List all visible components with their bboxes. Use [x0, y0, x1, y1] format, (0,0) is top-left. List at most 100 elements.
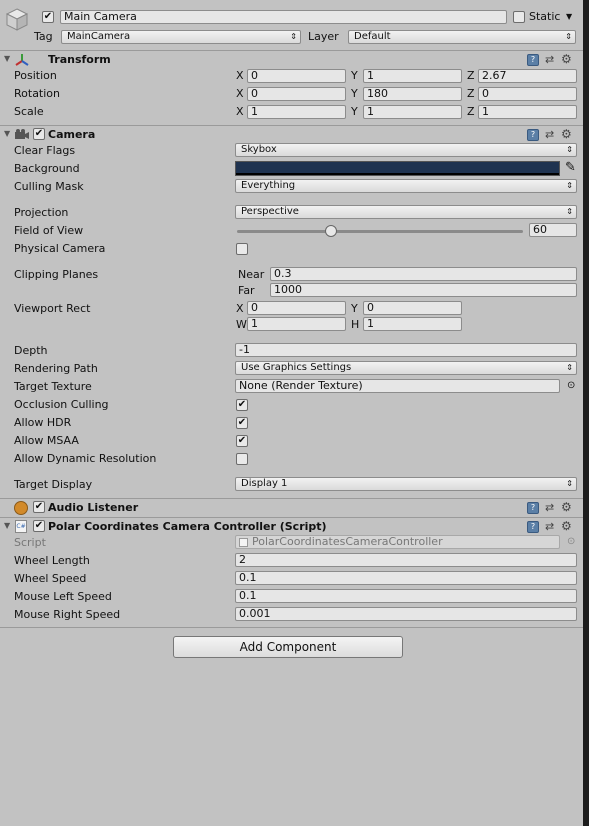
camera-enabled-checkbox[interactable]: ✔ — [33, 128, 45, 140]
active-checkbox[interactable]: ✔ — [42, 11, 54, 23]
chevron-icon: ⇕ — [290, 32, 297, 41]
wheel-length-field[interactable]: 2 — [235, 553, 577, 567]
allow-msaa-label: Allow MSAA — [14, 434, 79, 447]
dynamic-resolution-checkbox[interactable] — [236, 453, 248, 465]
occlusion-culling-label: Occlusion Culling — [14, 398, 109, 411]
object-picker-icon[interactable]: ⊙ — [567, 535, 575, 549]
audio-listener-checkbox[interactable]: ✔ — [33, 501, 45, 513]
preset-icon[interactable]: ⇄ — [545, 53, 554, 66]
script-enabled-checkbox[interactable]: ✔ — [33, 520, 45, 532]
transform-icon — [14, 53, 30, 70]
fov-label: Field of View — [14, 224, 84, 237]
mouse-left-speed-field[interactable]: 0.1 — [235, 589, 577, 603]
position-y-field[interactable]: 1 — [363, 69, 462, 83]
right-edge-strip — [583, 0, 589, 826]
wheel-speed-label: Wheel Speed — [14, 572, 87, 585]
dynamic-resolution-label: Allow Dynamic Resolution — [14, 452, 157, 465]
help-book-icon[interactable]: ? — [527, 129, 539, 141]
tag-label: Tag — [34, 30, 53, 43]
script-reference-field: PolarCoordinatesCameraController — [235, 535, 560, 549]
object-picker-icon[interactable]: ⊙ — [567, 379, 575, 393]
transform-header[interactable]: ▼ Transform ? ⇄ ⚙ — [0, 50, 583, 68]
viewport-x-field[interactable]: 0 — [247, 301, 346, 315]
preset-icon[interactable]: ⇄ — [545, 520, 554, 533]
gameobject-cube-icon — [4, 6, 30, 32]
scale-x-field[interactable]: 1 — [247, 105, 346, 119]
viewport-h-field[interactable]: 1 — [363, 317, 462, 331]
axis-y-label: Y — [351, 105, 358, 118]
axis-y-label: Y — [351, 69, 358, 82]
rotation-x-field[interactable]: 0 — [247, 87, 346, 101]
tag-dropdown[interactable]: MainCamera ⇕ — [61, 30, 301, 44]
audio-listener-header[interactable]: ✔ Audio Listener ? ⇄ ⚙ — [0, 498, 583, 516]
gear-icon[interactable]: ⚙ — [561, 52, 572, 66]
culling-mask-label: Culling Mask — [14, 180, 84, 193]
wheel-length-label: Wheel Length — [14, 554, 90, 567]
target-display-dropdown[interactable]: Display 1 ⇕ — [235, 477, 577, 491]
fov-slider-track[interactable] — [237, 230, 523, 233]
script-header[interactable]: ▼ C# ✔ Polar Coordinates Camera Controll… — [0, 517, 583, 535]
script-file-icon: C# — [15, 520, 27, 533]
viewport-x-label: X — [236, 302, 244, 315]
physical-camera-label: Physical Camera — [14, 242, 106, 255]
viewport-w-field[interactable]: 1 — [247, 317, 346, 331]
target-texture-label: Target Texture — [14, 380, 92, 393]
allow-msaa-checkbox[interactable]: ✔ — [236, 435, 248, 447]
gear-icon[interactable]: ⚙ — [561, 127, 572, 141]
script-title: Polar Coordinates Camera Controller (Scr… — [48, 520, 327, 533]
mouse-right-speed-field[interactable]: 0.001 — [235, 607, 577, 621]
help-book-icon[interactable]: ? — [527, 502, 539, 514]
axis-x-label: X — [236, 69, 244, 82]
fold-arrow-icon[interactable]: ▼ — [4, 127, 10, 141]
layer-dropdown[interactable]: Default ⇕ — [348, 30, 576, 44]
position-x-field[interactable]: 0 — [247, 69, 346, 83]
background-color-swatch[interactable] — [235, 161, 560, 176]
rotation-z-field[interactable]: 0 — [478, 87, 577, 101]
clipping-planes-label: Clipping Planes — [14, 268, 99, 281]
clear-flags-dropdown[interactable]: Skybox ⇕ — [235, 143, 577, 157]
axis-z-label: Z — [467, 105, 475, 118]
mouse-left-speed-label: Mouse Left Speed — [14, 590, 112, 603]
section-divider — [0, 627, 583, 628]
gear-icon[interactable]: ⚙ — [561, 500, 572, 514]
add-component-button[interactable]: Add Component — [173, 636, 403, 658]
occlusion-culling-checkbox[interactable]: ✔ — [236, 399, 248, 411]
object-name-field[interactable]: Main Camera — [60, 10, 507, 24]
rendering-path-dropdown[interactable]: Use Graphics Settings ⇕ — [235, 361, 577, 375]
axis-y-label: Y — [351, 87, 358, 100]
preset-icon[interactable]: ⇄ — [545, 128, 554, 141]
transform-title: Transform — [48, 53, 111, 66]
position-label: Position — [14, 69, 57, 82]
help-book-icon[interactable]: ? — [527, 54, 539, 66]
fold-arrow-icon[interactable]: ▼ — [4, 52, 10, 66]
culling-mask-dropdown[interactable]: Everything ⇕ — [235, 179, 577, 193]
preset-icon[interactable]: ⇄ — [545, 501, 554, 514]
rotation-y-field[interactable]: 180 — [363, 87, 462, 101]
depth-field[interactable]: -1 — [235, 343, 577, 357]
viewport-w-label: W — [236, 318, 247, 331]
near-field[interactable]: 0.3 — [270, 267, 577, 281]
fov-slider-thumb[interactable] — [325, 225, 338, 237]
wheel-speed-field[interactable]: 0.1 — [235, 571, 577, 585]
scale-z-field[interactable]: 1 — [478, 105, 577, 119]
allow-hdr-label: Allow HDR — [14, 416, 72, 429]
mouse-right-speed-label: Mouse Right Speed — [14, 608, 121, 621]
gear-icon[interactable]: ⚙ — [561, 519, 572, 533]
viewport-y-field[interactable]: 0 — [363, 301, 462, 315]
clear-flags-label: Clear Flags — [14, 144, 76, 157]
static-dropdown-icon[interactable]: ▼ — [566, 10, 572, 24]
position-z-field[interactable]: 2.67 — [478, 69, 577, 83]
eyedropper-icon[interactable]: ✎ — [565, 161, 576, 175]
scale-y-field[interactable]: 1 — [363, 105, 462, 119]
far-field[interactable]: 1000 — [270, 283, 577, 297]
projection-dropdown[interactable]: Perspective ⇕ — [235, 205, 577, 219]
fold-arrow-icon[interactable]: ▼ — [4, 519, 10, 533]
projection-label: Projection — [14, 206, 69, 219]
physical-camera-checkbox[interactable] — [236, 243, 248, 255]
fov-value-field[interactable]: 60 — [529, 223, 577, 237]
allow-hdr-checkbox[interactable]: ✔ — [236, 417, 248, 429]
help-book-icon[interactable]: ? — [527, 521, 539, 533]
camera-header[interactable]: ▼ ✔ Camera ? ⇄ ⚙ — [0, 125, 583, 143]
static-checkbox[interactable] — [513, 11, 525, 23]
target-texture-field[interactable]: None (Render Texture) — [235, 379, 560, 393]
